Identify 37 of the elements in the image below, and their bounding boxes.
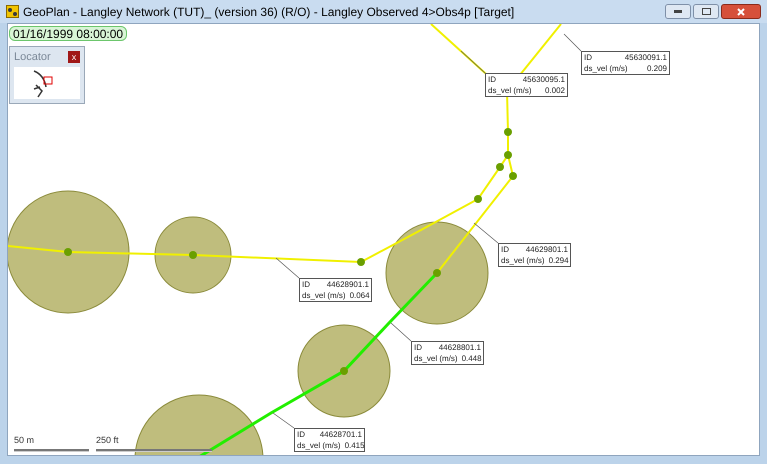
velocity-label: ds_vel (m/s) — [302, 290, 346, 301]
id-value: 45630095.1 — [522, 74, 565, 85]
velocity-label: ds_vel (m/s) — [297, 440, 341, 451]
app-icon — [6, 5, 19, 18]
close-button[interactable] — [721, 4, 761, 19]
maximize-button[interactable] — [693, 4, 719, 19]
timestamp-badge: 01/16/1999 08:00:00 — [9, 26, 128, 41]
locator-close-button[interactable]: x — [68, 51, 80, 63]
id-value: 44628901.1 — [326, 279, 369, 290]
velocity-value: 0.064 — [350, 290, 370, 301]
scale-label: 50 m — [14, 435, 36, 446]
id-label: ID — [501, 244, 509, 255]
id-value: 44628801.1 — [438, 342, 481, 353]
scale-label: 250 ft — [96, 435, 120, 446]
velocity-value: 0.209 — [646, 63, 667, 74]
velocity-label: ds_vel (m/s) — [488, 85, 532, 96]
id-label: ID — [302, 279, 310, 290]
id-label: ID — [488, 74, 496, 85]
id-label: ID — [297, 429, 305, 440]
id-value: 44628701.1 — [320, 429, 362, 440]
id-value: 44629801.1 — [526, 244, 568, 255]
locator-title: Locator — [14, 50, 51, 65]
velocity-label: ds_vel (m/s) — [584, 63, 628, 74]
velocity-label: ds_vel (m/s) — [414, 353, 458, 364]
minimize-icon — [674, 10, 682, 13]
velocity-value: 0.002 — [544, 85, 565, 96]
locator-minimap-drawing — [14, 67, 80, 99]
window-title: GeoPlan - Langley Network (TUT)_ (version 36) (R/O) - Langley Observed 4>Obs4p [Target] — [23, 4, 514, 20]
close-icon — [737, 8, 745, 16]
velocity-value: 0.294 — [548, 255, 569, 266]
id-label: ID — [584, 52, 592, 63]
maximize-icon — [702, 8, 710, 15]
id-value: 45630091.1 — [624, 52, 667, 63]
velocity-label: ds_vel (m/s) — [501, 255, 545, 266]
velocity-value: 0.448 — [462, 353, 482, 364]
minimize-button[interactable] — [665, 4, 691, 19]
id-label: ID — [414, 342, 422, 353]
